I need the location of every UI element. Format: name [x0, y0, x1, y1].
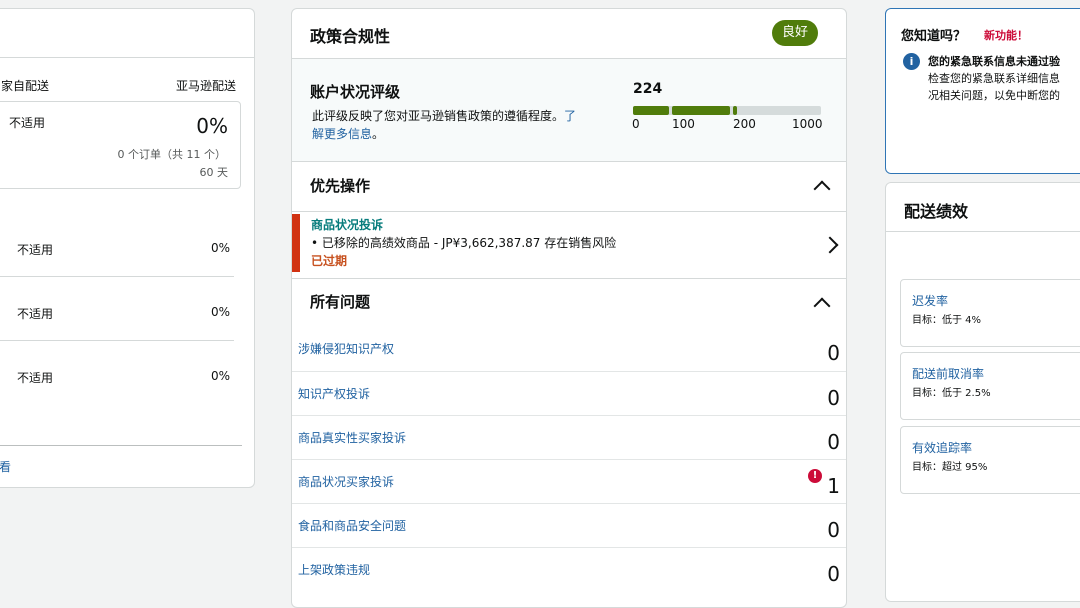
issue-label[interactable]: 涉嫌侵犯知识产权: [298, 340, 394, 357]
issue-count: 0: [827, 430, 840, 454]
metric-valid-tracking[interactable]: 有效追踪率 目标：超过 95%: [900, 426, 1080, 494]
issue-count: 0: [827, 518, 840, 542]
metric-name: 迟发率: [912, 294, 949, 308]
issue-count: 0: [827, 341, 840, 365]
metric-row-na: 不适用: [17, 371, 54, 385]
issue-label[interactable]: 商品真实性买家投诉: [298, 429, 406, 446]
severity-stripe: [292, 214, 300, 272]
new-feature-label: 新功能！: [984, 29, 1028, 42]
tip-title: 您知道吗？: [901, 29, 967, 44]
issue-count: 0: [827, 562, 840, 586]
footer-divider: [0, 445, 242, 446]
metric-row-na: 不适用: [17, 307, 54, 321]
issue-label[interactable]: 上架政策违规: [298, 561, 370, 578]
metric-pre-cancel[interactable]: 配送前取消率 目标：低于 2.5%: [900, 352, 1080, 420]
metric-row-na: 不适用: [17, 243, 54, 257]
priority-actions-title: 优先操作: [310, 177, 371, 195]
issue-label[interactable]: 食品和商品安全问题: [298, 517, 406, 534]
header-divider: [886, 231, 1080, 232]
priority-item-status: 已过期: [311, 254, 348, 268]
score-bar: [633, 106, 821, 115]
issue-row[interactable]: 知识产权投诉 0: [292, 371, 846, 416]
collapse-chevron-icon[interactable]: [813, 180, 831, 198]
issue-label[interactable]: 知识产权投诉: [298, 385, 370, 402]
metric-row-percent: 0%: [210, 305, 230, 319]
score-bar-seg-2: [672, 106, 730, 115]
status-badge: 良好: [772, 20, 818, 46]
tip-line-2: 检查您的紧急联系详细信息: [928, 72, 1060, 85]
section-divider: [292, 211, 846, 212]
learn-more-link[interactable]: 解更多信息: [312, 127, 372, 141]
metric-row[interactable]: 不适用 0%: [0, 349, 236, 413]
rating-desc-text: 此评级反映了您对亚马逊销售政策的遵循程度。: [312, 109, 565, 123]
metric-orders: 0 个订单（共 11 个）: [117, 148, 227, 161]
metric-row-percent: 0%: [210, 241, 230, 255]
metric-target: 目标：低于 4%: [912, 315, 982, 326]
row-divider: [0, 276, 234, 277]
rating-desc-end: 。: [372, 127, 385, 141]
did-you-know-card: 您知道吗？ 新功能！ i 您的紧急联系信息未通过验 检查您的紧急联系详细信息 况…: [885, 8, 1080, 174]
metric-name: 配送前取消率: [912, 367, 985, 381]
metric-na: 不适用: [9, 116, 46, 130]
shipping-title: 配送绩效: [904, 202, 969, 221]
rating-title: 账户状况评级: [310, 83, 401, 101]
all-issues-title: 所有问题: [310, 293, 371, 311]
issue-count: 1: [827, 474, 840, 498]
issue-row[interactable]: 涉嫌侵犯知识产权 0: [292, 327, 846, 371]
issue-row[interactable]: 商品真实性买家投诉 0: [292, 415, 846, 460]
col-merchant-fulfilled: 家自配送: [1, 79, 50, 93]
issue-row[interactable]: 食品和商品安全问题 0: [292, 503, 846, 548]
score-bar-seg-1: [633, 106, 669, 115]
issue-label[interactable]: 商品状况买家投诉: [298, 473, 394, 490]
metric-name: 有效追踪率: [912, 441, 973, 455]
tip-line-1: 您的紧急联系信息未通过验: [928, 55, 1060, 68]
priority-action-item[interactable]: 商品状况投诉 • 已移除的高绩效商品 - JP¥3,662,387.87 存在销…: [292, 214, 846, 278]
issue-row[interactable]: 上架政策违规 0: [292, 547, 846, 592]
priority-item-title: 商品状况投诉: [311, 218, 384, 232]
tip-line-3: 况相关问题，以免中断您的: [928, 89, 1060, 102]
issue-row[interactable]: 商品状况买家投诉 ! 1: [292, 459, 846, 504]
metric-percent: 0%: [196, 114, 228, 138]
priority-item-detail: • 已移除的高绩效商品 - JP¥3,662,387.87 存在销售风险: [311, 236, 617, 250]
tick-1000: 1000: [792, 117, 823, 131]
alert-icon: !: [808, 469, 822, 483]
shipping-performance-card: 配送绩效 迟发率 目标：低于 4% 配送前取消率 目标：低于 2.5% 有效追踪…: [885, 182, 1080, 602]
row-divider: [0, 340, 234, 341]
selected-metric-box[interactable]: 不适用 0% 0 个订单（共 11 个） 60 天: [0, 101, 241, 189]
col-amazon-fulfilled: 亚马逊配送: [175, 79, 236, 93]
issue-count: 0: [827, 386, 840, 410]
header-divider: [0, 57, 254, 58]
tick-100: 100: [672, 117, 695, 131]
learn-more-link-part[interactable]: 了: [564, 109, 576, 123]
account-health-card-left: 家自配送 亚马逊配送 不适用 0% 0 个订单（共 11 个） 60 天 不适用…: [0, 8, 255, 488]
rating-desc: 此评级反映了您对亚马逊销售政策的遵循程度。了: [312, 107, 576, 124]
metric-target: 目标：超过 95%: [912, 462, 988, 473]
info-icon: i: [903, 53, 920, 70]
card-title: 政策合规性: [310, 27, 391, 46]
metric-days: 60 天: [199, 166, 229, 179]
view-details-link[interactable]: 看: [0, 458, 11, 475]
metric-row-percent: 0%: [210, 369, 230, 383]
metric-target: 目标：低于 2.5%: [912, 388, 991, 399]
tick-0: 0: [632, 117, 640, 131]
score-value: 224: [633, 81, 663, 97]
metric-late-dispatch[interactable]: 迟发率 目标：低于 4%: [900, 279, 1080, 347]
rating-desc-line2: 解更多信息。: [312, 125, 384, 142]
tick-200: 200: [733, 117, 756, 131]
section-divider: [292, 161, 846, 162]
collapse-chevron-icon[interactable]: [813, 297, 831, 315]
score-bar-seg-3: [733, 106, 737, 115]
policy-compliance-card: 政策合规性 良好 账户状况评级 此评级反映了您对亚马逊销售政策的遵循程度。了 解…: [291, 8, 847, 608]
section-divider: [292, 278, 846, 279]
chevron-right-icon: [821, 236, 839, 254]
